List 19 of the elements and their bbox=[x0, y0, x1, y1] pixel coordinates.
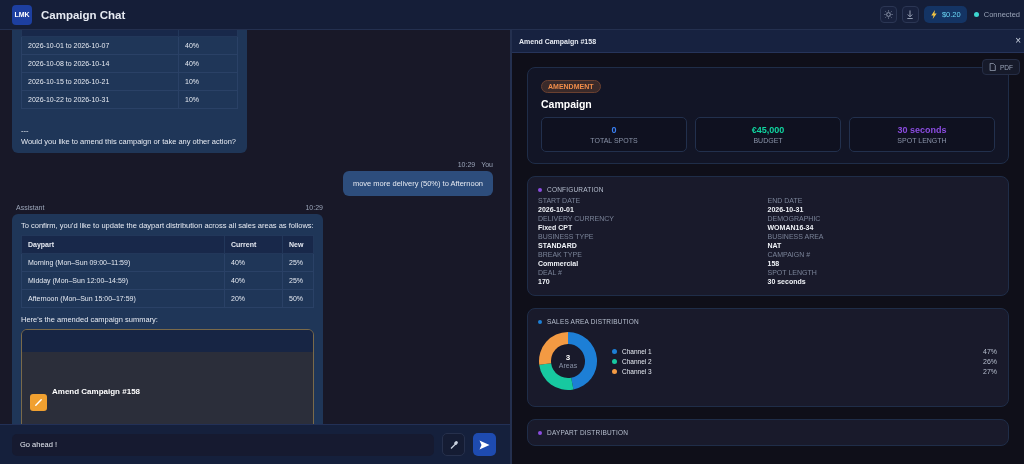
send-button[interactable] bbox=[473, 433, 496, 456]
sun-icon bbox=[883, 10, 893, 19]
pencil-icon bbox=[30, 394, 47, 411]
card-title: Amend Campaign #158 bbox=[52, 387, 141, 396]
stat-value: 0 bbox=[611, 125, 617, 135]
close-button[interactable]: × bbox=[1012, 36, 1024, 46]
theme-toggle-button[interactable] bbox=[879, 6, 897, 23]
microphone-icon bbox=[448, 439, 459, 450]
send-icon bbox=[479, 439, 490, 450]
download-button[interactable] bbox=[901, 6, 919, 23]
stat-value: 30 seconds bbox=[897, 125, 947, 135]
microphone-button[interactable] bbox=[442, 433, 465, 456]
download-icon bbox=[906, 10, 915, 19]
lightning-icon bbox=[929, 10, 938, 19]
app-title: Campaign Chat bbox=[41, 8, 126, 21]
donut-center-value: 3 bbox=[565, 353, 571, 362]
summary-heading: Campaign bbox=[541, 98, 592, 110]
document-icon bbox=[989, 63, 996, 71]
stat-value: €45,000 bbox=[751, 125, 785, 135]
